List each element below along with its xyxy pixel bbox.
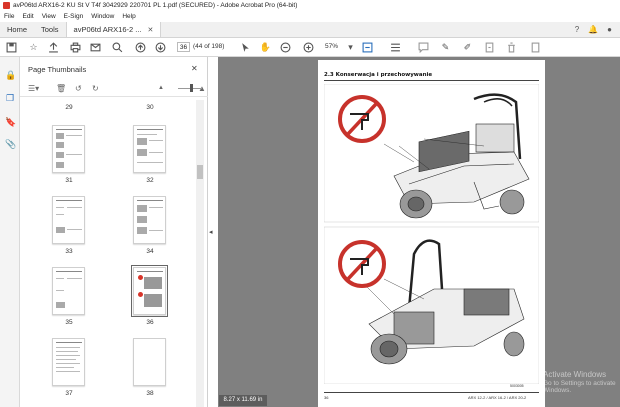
thumbnail-page-31[interactable] (52, 125, 85, 173)
previous-page-icon[interactable] (135, 42, 146, 53)
zoom-level[interactable]: 57% (325, 43, 338, 50)
save-icon[interactable] (6, 42, 17, 53)
figure-code: 5003005 (510, 384, 524, 388)
page-number-input[interactable]: 36 (177, 42, 190, 52)
star-icon[interactable]: ☆ (28, 42, 39, 53)
bell-icon[interactable]: 🔔 (588, 25, 598, 34)
thumb-label-30: 30 (146, 104, 154, 111)
next-page-icon[interactable] (155, 42, 166, 53)
thumb-label-38: 38 (146, 390, 154, 397)
thumbnail-page-37[interactable] (52, 338, 85, 386)
thumbnail-size-handle[interactable] (190, 84, 193, 92)
thumb-label-32: 32 (146, 177, 154, 184)
zoom-in-icon[interactable] (303, 42, 314, 53)
tab-document[interactable]: avP06td ARX16-2 ... ✕ (65, 22, 162, 37)
thumb-label-29: 29 (65, 104, 73, 111)
stamp-icon[interactable] (484, 42, 495, 53)
main-toolbar: ☆ 36 (44 of 198) ✋ 57% ▾ ✎ ✐ (0, 38, 620, 57)
activate-windows-title: Activate Windows (543, 370, 607, 379)
close-panel-icon[interactable]: ✕ (191, 64, 198, 73)
more-tools-icon[interactable] (530, 42, 541, 53)
tab-document-label: avP06td ARX16-2 ... (73, 25, 142, 34)
options-menu-icon[interactable]: ☰▾ (28, 84, 39, 93)
small-thumb-icon[interactable]: ▲ (158, 85, 164, 91)
document-page: 2.3 Konserwacja i przechowywanie 5003005… (318, 60, 545, 407)
menu-bar: File Edit View E-Sign Window Help (0, 11, 620, 22)
tab-bar: Home Tools avP06td ARX16-2 ... ✕ ? 🔔 ● (0, 22, 620, 38)
email-icon[interactable] (90, 42, 101, 53)
thumb-label-35: 35 (65, 319, 73, 326)
section-heading: 2.3 Konserwacja i przechowywanie (324, 72, 433, 78)
print-icon[interactable] (70, 42, 81, 53)
footer-page-number: 36 (324, 395, 329, 400)
select-arrow-icon[interactable] (240, 42, 251, 53)
menu-edit[interactable]: Edit (18, 13, 37, 20)
page-count: (44 of 198) (193, 43, 225, 50)
comment-icon[interactable] (418, 42, 429, 53)
menu-help[interactable]: Help (118, 13, 139, 20)
rotate-cw-icon[interactable]: ↻ (92, 84, 99, 93)
roller-drawing-bottom (363, 239, 525, 365)
thumbnail-page-34[interactable] (133, 196, 166, 244)
menu-window[interactable]: Window (87, 13, 118, 20)
thumbnail-page-35[interactable] (52, 267, 85, 315)
bookmark-icon[interactable]: 🔖 (5, 117, 16, 127)
prohibition-sign-bottom (338, 240, 386, 288)
zoom-out-icon[interactable] (280, 42, 291, 53)
page-thumbnails-icon[interactable]: ❐ (5, 93, 15, 103)
highlight-pen-icon[interactable]: ✎ (440, 42, 451, 53)
tab-tools[interactable]: Tools (34, 22, 66, 37)
delete-page-icon[interactable]: 🗑 (56, 84, 66, 93)
collapse-panel-icon[interactable]: ◂ (209, 228, 213, 236)
footer-model: ARX 12-2 / ARX 16-2 / ARX 20-2 (468, 395, 527, 400)
delete-icon[interactable] (506, 42, 517, 53)
thumbnails-scrollbar[interactable] (196, 100, 204, 407)
thumbnail-page-33[interactable] (52, 196, 85, 244)
heading-rule (324, 80, 539, 81)
thumb-label-37: 37 (65, 390, 73, 397)
panel-title: Page Thumbnails (28, 65, 87, 74)
close-tab-icon[interactable]: ✕ (148, 26, 154, 34)
tab-home[interactable]: Home (0, 22, 34, 37)
roller-illustration (324, 84, 539, 384)
window-title: avP06td ARX16-2 KU St V T4f 3042929 2207… (13, 2, 298, 9)
hand-tool-icon[interactable]: ✋ (260, 42, 271, 53)
thumb-label-33: 33 (65, 248, 73, 255)
left-rail: 🔒 ❐ 🔖 📎 (0, 57, 20, 407)
activate-windows-hint: Go to Settings to activate Windows. (543, 380, 616, 394)
roller-drawing-top (383, 93, 530, 219)
thumb-label-31: 31 (65, 177, 73, 184)
thumbnails-scroll-thumb[interactable] (197, 165, 203, 179)
thumb-label-34: 34 (146, 248, 154, 255)
menu-view[interactable]: View (38, 13, 60, 20)
menu-esign[interactable]: E-Sign (60, 13, 88, 20)
prohibition-sign-top (338, 95, 386, 143)
acrobat-icon (3, 2, 10, 9)
account-icon[interactable]: ● (607, 25, 612, 34)
tab-tools-label: Tools (41, 25, 59, 34)
lock-icon[interactable]: 🔒 (5, 70, 16, 80)
fit-page-icon[interactable] (362, 42, 373, 53)
title-bar: avP06td ARX16-2 KU St V T4f 3042929 2207… (0, 0, 620, 11)
help-icon[interactable]: ? (575, 25, 579, 34)
thumb-label-36: 36 (146, 319, 154, 326)
thumbnail-page-36[interactable] (131, 265, 168, 317)
attachment-icon[interactable]: 📎 (5, 139, 16, 149)
scroll-mode-icon[interactable] (390, 42, 401, 53)
thumbnail-page-32[interactable] (133, 125, 166, 173)
menu-file[interactable]: File (0, 13, 18, 20)
thumbnail-page-38[interactable] (133, 338, 166, 386)
draw-icon[interactable]: ✐ (462, 42, 473, 53)
page-size-indicator: 8.27 x 11.69 in (219, 395, 267, 406)
search-icon[interactable] (112, 42, 123, 53)
tab-home-label: Home (7, 25, 28, 34)
footer-rule (324, 392, 539, 393)
zoom-dropdown-icon[interactable]: ▾ (345, 42, 356, 53)
panel-toolbar: ☰▾ 🗑 ↺ ↻ ▲ ▲ (20, 81, 208, 97)
upload-icon[interactable] (48, 42, 59, 53)
rotate-ccw-icon[interactable]: ↺ (75, 84, 82, 93)
